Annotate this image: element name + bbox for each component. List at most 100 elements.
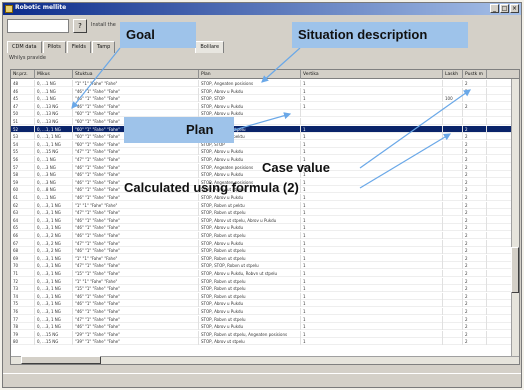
table-row[interactable]: 79 0, ...15 NG "29" "1" "Fahe" "Fahe" STOP,… — [11, 330, 519, 338]
table-row[interactable]: 77 0, ...3, 1 NG "47" "1" "Fahe" "Fahe" STO… — [11, 315, 519, 323]
tab-bolilare[interactable]: Bolilare — [195, 41, 225, 53]
table-cell: 100 — [443, 95, 463, 103]
table-cell: STOP, Robvn ut stpelu — [199, 232, 301, 239]
table-row[interactable]: 75 0, ...3, 1 NG "46" "1" "Fahe" "Fahe" STO… — [11, 300, 519, 308]
horizontal-scroll-thumb[interactable] — [21, 356, 101, 364]
table-cell: 1 — [301, 315, 443, 323]
table-row[interactable]: 66 0, ...3, 2 NG "46" "1" "Fahe" "Fahe" STO… — [11, 232, 519, 239]
table-cell: STOP, Abrov u Pukdu — [199, 308, 301, 315]
table-cell: 1 — [301, 125, 443, 133]
horizontal-scrollbar[interactable] — [11, 356, 519, 364]
table-row[interactable]: 65 0, ...3, 1 NG "46" "1" "Fahe" "Fahe" STO… — [11, 224, 519, 232]
table-cell — [443, 201, 463, 209]
table-row[interactable]: 510, ...13 NG"60" "1" "Fahe" "Fahe"STOP,… — [11, 118, 519, 125]
maximize-button[interactable]: □ — [500, 4, 509, 13]
table-cell: "46" "1" "Fahe" "Fahe" — [73, 95, 199, 103]
group-label: Whilys pravide — [9, 55, 46, 61]
close-button[interactable]: × — [510, 4, 519, 13]
table-cell: STOP, Abrov u Pukdu — [199, 224, 301, 232]
table-cell — [443, 254, 463, 262]
column-header[interactable]: Laskh — [443, 70, 463, 79]
help-button[interactable]: ? — [73, 19, 87, 33]
table-row[interactable]: 70 0, ...3, 1 NG "47" "1" "Fahe" "Fahe" STO… — [11, 262, 519, 270]
table-cell: 73 — [11, 285, 35, 293]
table-cell: 1 — [301, 140, 443, 148]
vertical-scroll-thumb[interactable] — [511, 247, 519, 293]
table-row[interactable]: 520, ...1, 1 NG"60" "1" "Fahe" "Fahe"STO… — [11, 125, 519, 133]
table-row[interactable]: 47 0, ...13 NG "46" "1" "Fahe" "Fahe" STOP,… — [11, 102, 519, 110]
tab-pilots[interactable]: Pilots — [42, 41, 66, 53]
tab-cdm-data[interactable]: CDM data — [7, 41, 42, 53]
table-cell: STOP, STOP, Robvn ut stpelu — [199, 262, 301, 270]
column-header[interactable]: Vertika — [301, 70, 443, 79]
table-cell — [443, 80, 463, 87]
table-cell: 0, ...8 NG — [35, 186, 73, 194]
minimize-button[interactable]: _ — [490, 4, 499, 13]
table-row[interactable]: 530, ...1, 1 NG"60" "1" "Fahe" "Fahe"STO… — [11, 133, 519, 141]
table-cell: "1" "1" "Fahe" "Fahe" — [73, 277, 199, 285]
table-row[interactable]: 76 0, ...3, 1 NG "46" "1" "Fahe" "Fahe" STO… — [11, 308, 519, 315]
table-cell: 0, ...1, 1 NG — [35, 140, 73, 148]
table-cell: 0, ...3, 1 NG — [35, 292, 73, 300]
table-cell: 68 — [11, 247, 35, 255]
table-cell: 2 — [463, 338, 487, 346]
table-row[interactable]: 63 0, ...3, 1 NG "47" "1" "Fahe" "Fahe" STO… — [11, 209, 519, 217]
table-header: Nr.prz. Mikus Stuktua Plan Vertika Laskh Pustk… — [11, 70, 519, 79]
table-cell: 1 — [301, 133, 443, 141]
table-cell: STOP, Abrov u Pukdu — [199, 102, 301, 110]
table-cell: 1 — [301, 308, 443, 315]
table-row[interactable]: 55 0, ...15 NG "47" "1" "Fahe" "Fahe" STOP,… — [11, 148, 519, 156]
table-row[interactable]: 74 0, ...3, 1 NG "46" "1" "Fahe" "Fahe" STO… — [11, 292, 519, 300]
table-row[interactable]: 72 0, ...3, 1 NG "1" "1" "Fahe" "Fahe" STOP… — [11, 277, 519, 285]
table-cell: 0, ...3, 1 NG — [35, 270, 73, 277]
table-row[interactable]: 50 0, ...13 NG "60" "1" "Fahe" "Fahe" STOP,… — [11, 110, 519, 118]
table-cell — [463, 95, 487, 103]
column-header[interactable]: Pustk m — [463, 70, 487, 79]
tab-fields[interactable]: Fields — [66, 41, 91, 53]
table-cell: 2 — [463, 277, 487, 285]
table-cell: 0, ...3, 1 NG — [35, 209, 73, 217]
table-row[interactable]: 54 0, ...1, 1 NG "60" "1" "Fahe" "Fahe" STO… — [11, 140, 519, 148]
table-row[interactable]: 71 0, ...3, 1 NG "15" "1" "Fahe" "Fahe" STO… — [11, 270, 519, 277]
title-bar[interactable]: Robotic mellite _ □ × — [3, 3, 521, 15]
tab-tamp[interactable]: Tamp — [91, 41, 116, 53]
table-row[interactable]: 67 0, ...3, 2 NG "47" "1" "Fahe" "Fahe" STO… — [11, 239, 519, 247]
table-row[interactable]: 69 0, ...3, 1 NG "1" "1" "Fahe" "Fahe" STOP… — [11, 254, 519, 262]
column-header[interactable]: Mikus — [35, 70, 73, 79]
table-cell: 0, ...1 NG — [35, 95, 73, 103]
table-row[interactable]: 48 0, ...1 NG "1" "1" "Fahe" "Fahe" STOP, A… — [11, 80, 519, 87]
table-row[interactable]: 64 0, ...3, 1 NG "46" "1" "Fahe" "Fahe" STO… — [11, 216, 519, 224]
table-cell: STOP, Angeaten posisions — [199, 80, 301, 87]
table-row[interactable]: 62 0, ...3, 1 NG "1" "1" "Fahe" "Fahe" STOP… — [11, 201, 519, 209]
table-cell — [443, 323, 463, 331]
table-cell: "46" "1" "Fahe" "Fahe" — [73, 194, 199, 201]
table-cell: 0, ...13 NG — [35, 118, 73, 125]
table-cell: 71 — [11, 270, 35, 277]
table-row[interactable]: 46 0, ...1 NG "46" "1" "Fahe" "Fahe" STOP, … — [11, 87, 519, 95]
table-cell — [443, 247, 463, 255]
table-cell: 0, ...3 NG — [35, 171, 73, 179]
table-cell: 0, ...3 NG — [35, 178, 73, 186]
table-row[interactable]: 78 0, ...3, 1 NG "46" "1" "Fahe" "Fahe" STO… — [11, 323, 519, 331]
toolbar-label: Install the — [91, 22, 116, 28]
table-cell: "46" "1" "Fahe" "Fahe" — [73, 163, 199, 171]
vertical-scrollbar[interactable] — [511, 79, 519, 356]
table-cell — [443, 102, 463, 110]
table-cell — [443, 186, 463, 194]
table-cell: 78 — [11, 323, 35, 331]
table-cell: 0, ...3, 1 NG — [35, 216, 73, 224]
table-cell: 1 — [301, 285, 443, 293]
column-header[interactable]: Nr.prz. — [11, 70, 35, 79]
table-row[interactable]: 80 0, ...15 NG "39" "1" "Fahe" "Fahe" STOP,… — [11, 338, 519, 346]
column-header[interactable]: Plan — [199, 70, 301, 79]
table-row[interactable]: 61 0, ...1 NG "46" "1" "Fahe" "Fahe" STOP, … — [11, 194, 519, 201]
table-cell — [463, 110, 487, 118]
table-cell: "46" "1" "Fahe" "Fahe" — [73, 171, 199, 179]
table-row[interactable]: 45 0, ...1 NG "46" "1" "Fahe" "Fahe" STOP, … — [11, 95, 519, 103]
table-cell: 55 — [11, 148, 35, 156]
column-header[interactable]: Stuktua — [73, 70, 199, 79]
table-cell: 59 — [11, 178, 35, 186]
table-row[interactable]: 73 0, ...3, 1 NG "15" "1" "Fahe" "Fahe" STO… — [11, 285, 519, 293]
table-row[interactable]: 68 0, ...3, 2 NG "46" "1" "Fahe" "Fahe" STO… — [11, 247, 519, 255]
toolbar-input[interactable] — [7, 19, 69, 33]
